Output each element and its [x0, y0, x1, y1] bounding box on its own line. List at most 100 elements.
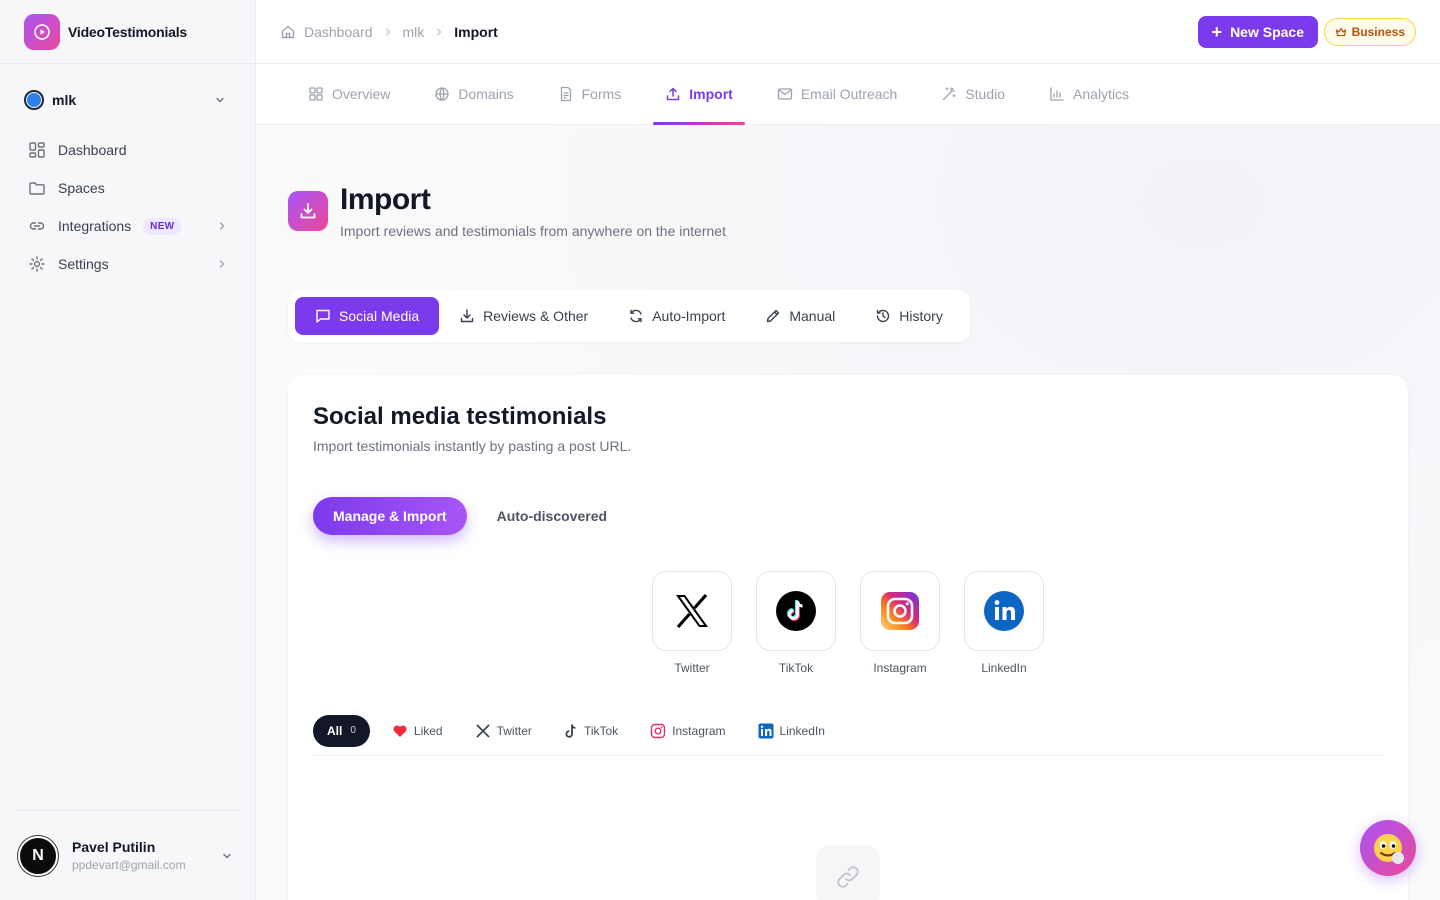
tab-studio[interactable]: Studio	[929, 64, 1017, 124]
sidebar-nav: Dashboard Spaces Integrations NEW Settin…	[16, 131, 240, 283]
download-icon	[288, 191, 328, 231]
wand-icon	[943, 87, 956, 101]
platform-linkedin[interactable]: LinkedIn	[964, 571, 1044, 675]
chevron-down-icon	[216, 97, 224, 103]
globe-icon	[435, 87, 450, 101]
subtab-reviews-other[interactable]: Reviews & Other	[439, 297, 608, 335]
new-space-button[interactable]: + New Space	[1197, 16, 1318, 48]
tab-forms[interactable]: Forms	[546, 64, 634, 124]
tab-import[interactable]: Import	[653, 64, 745, 125]
user-menu[interactable]: N Pavel Putilin ppdevart@gmail.com	[16, 810, 239, 900]
mode-toggle: Manage & Import Auto-discovered	[313, 497, 627, 535]
upload-icon	[667, 87, 680, 101]
user-email: ppdevart@gmail.com	[72, 858, 186, 872]
tab-analytics[interactable]: Analytics	[1037, 64, 1141, 124]
grid-icon	[309, 87, 323, 101]
page-title: Import	[340, 183, 431, 216]
sidebar-item-label: Integrations	[58, 218, 132, 234]
space-selector[interactable]: mlk	[24, 84, 232, 116]
folder-icon	[29, 182, 45, 195]
platform-name: LinkedIn	[981, 661, 1027, 675]
tiktok-logo-icon	[565, 723, 576, 738]
filter-label: Liked	[413, 723, 443, 738]
card-subtitle: Import testimonials instantly by pasting…	[313, 438, 632, 454]
filter-all[interactable]: All 0	[313, 714, 370, 747]
chevron-right-icon	[219, 260, 225, 268]
filter-label: Instagram	[672, 723, 726, 738]
user-info: Pavel Putilin ppdevart@gmail.com	[72, 839, 186, 872]
tab-label: Studio	[965, 86, 1006, 102]
breadcrumb-space[interactable]: mlk	[403, 24, 425, 40]
filter-instagram[interactable]: Instagram	[640, 715, 735, 747]
plan-badge: Business	[1323, 18, 1416, 46]
avatar: N	[18, 835, 58, 876]
platform-tiktok[interactable]: TikTok	[756, 571, 836, 675]
filter-label: LinkedIn	[779, 723, 825, 738]
linkedin-logo-icon	[964, 571, 1044, 651]
gear-icon	[29, 256, 45, 272]
new-badge: NEW	[143, 217, 182, 235]
tab-overview[interactable]: Overview	[296, 64, 402, 124]
tab-label: Overview	[332, 86, 391, 102]
filter-liked[interactable]: Liked	[382, 715, 453, 747]
crown-icon	[1335, 27, 1346, 37]
linkedin-logo-icon	[758, 723, 774, 738]
social-media-card: Social media testimonials Import testimo…	[288, 375, 1408, 900]
subtab-auto-import[interactable]: Auto-Import	[608, 297, 745, 335]
subtab-label: History	[899, 308, 943, 324]
x-logo-icon	[652, 571, 732, 651]
plus-icon: +	[1211, 22, 1223, 42]
main-content: Import Import reviews and testimonials f…	[256, 125, 1440, 900]
link-icon	[29, 222, 45, 230]
manage-import-pill[interactable]: Manage & Import	[313, 497, 467, 535]
mail-icon	[777, 88, 792, 100]
chevron-right-icon	[434, 24, 444, 40]
subtab-history[interactable]: History	[855, 297, 963, 335]
space-color-dot	[24, 90, 44, 110]
chevron-down-icon	[223, 853, 231, 858]
breadcrumb-dashboard[interactable]: Dashboard	[304, 24, 373, 40]
tab-label: Domains	[458, 86, 514, 102]
auto-discovered-pill[interactable]: Auto-discovered	[477, 497, 627, 535]
page-subtitle: Import reviews and testimonials from any…	[340, 223, 726, 239]
space-tabs: Overview Domains Forms Import Email Outr…	[256, 64, 1440, 125]
home-icon[interactable]	[280, 24, 296, 40]
platform-name: Twitter	[674, 661, 710, 675]
brand[interactable]: VideoTestimonials	[0, 0, 255, 64]
topbar: Dashboard mlk Import + New Space Busines…	[256, 0, 1440, 64]
instagram-logo-icon	[650, 723, 666, 738]
play-logo-icon	[24, 13, 60, 50]
tab-domains[interactable]: Domains	[422, 64, 525, 124]
history-icon	[877, 309, 890, 323]
chevron-right-icon	[383, 24, 393, 40]
filter-linkedin[interactable]: LinkedIn	[748, 715, 835, 747]
subtab-label: Auto-Import	[652, 308, 726, 324]
platform-name: TikTok	[778, 661, 814, 675]
tab-email-outreach[interactable]: Email Outreach	[765, 64, 909, 124]
platform-instagram[interactable]: Instagram	[860, 571, 940, 675]
sidebar-item-integrations[interactable]: Integrations NEW	[16, 207, 240, 245]
pencil-icon	[767, 309, 780, 323]
instagram-logo-icon	[860, 571, 940, 651]
filter-label: Twitter	[496, 723, 532, 738]
filter-twitter[interactable]: Twitter	[465, 715, 542, 747]
sidebar-item-dashboard[interactable]: Dashboard	[16, 131, 240, 169]
sidebar-item-spaces[interactable]: Spaces	[16, 169, 240, 207]
platform-twitter[interactable]: Twitter	[652, 571, 732, 675]
page-header: Import Import reviews and testimonials f…	[288, 183, 726, 239]
download-icon	[460, 309, 474, 323]
filter-tiktok[interactable]: TikTok	[554, 715, 628, 747]
support-chat-icon[interactable]	[1360, 820, 1416, 876]
subtab-social-media[interactable]: Social Media	[295, 297, 440, 335]
filter-label: TikTok	[583, 723, 619, 738]
sidebar-item-label: Settings	[58, 256, 109, 272]
sidebar-item-settings[interactable]: Settings	[16, 245, 240, 283]
import-source-tabs: Social Media Reviews & Other Auto-Import…	[288, 290, 970, 342]
card-title: Social media testimonials	[313, 403, 607, 430]
tab-label: Analytics	[1073, 86, 1130, 102]
chevron-right-icon	[219, 222, 225, 230]
grid-icon	[29, 142, 45, 158]
tab-label: Email Outreach	[800, 86, 898, 102]
new-space-label: New Space	[1230, 24, 1304, 40]
subtab-manual[interactable]: Manual	[745, 297, 855, 335]
